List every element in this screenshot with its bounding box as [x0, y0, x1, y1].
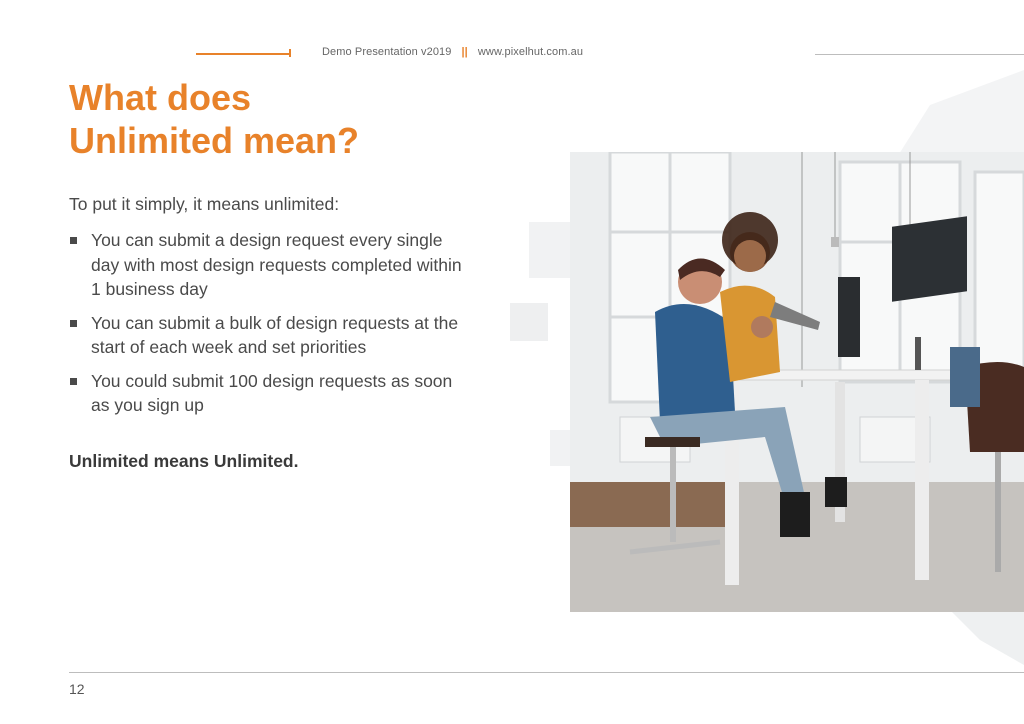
presentation-name: Demo Presentation v2019	[322, 46, 452, 58]
page-title: What does Unlimited mean?	[69, 76, 489, 162]
header-text: Demo Presentation v2019 || www.pixelhut.co…	[322, 46, 583, 58]
bullet-square-icon	[70, 319, 77, 327]
closing-statement: Unlimited means Unlimited.	[69, 451, 299, 471]
bullet-text: You can submit a bulk of design requests…	[91, 312, 459, 358]
title-line-2: Unlimited mean?	[69, 120, 360, 161]
office-team-at-computer-photo	[570, 152, 1024, 612]
intro-text: To put it simply, it means unlimited:	[69, 194, 340, 214]
bullet-item: You could submit 100 design requests as …	[69, 369, 469, 418]
title-line-1: What does	[69, 77, 252, 118]
bullet-item: You can submit a bulk of design requests…	[69, 311, 469, 360]
header-rule	[815, 54, 1024, 55]
bullet-square-icon	[70, 377, 77, 385]
header-accent-cap	[289, 49, 291, 57]
bullet-item: You can submit a design request every si…	[69, 228, 469, 302]
website-link[interactable]: www.pixelhut.com.au	[478, 46, 583, 58]
bullet-text: You could submit 100 design requests as …	[91, 370, 453, 416]
background-square	[529, 222, 571, 278]
footer-rule	[69, 672, 1024, 673]
header-separator: ||	[461, 46, 468, 58]
background-square	[510, 303, 548, 341]
bullet-list: You can submit a design request every si…	[69, 228, 469, 427]
bullet-square-icon	[70, 237, 77, 244]
page-number: 12	[69, 681, 85, 697]
background-square	[550, 430, 572, 466]
header-accent-line	[196, 53, 291, 55]
bullet-text: You can submit a design request every si…	[91, 230, 462, 299]
